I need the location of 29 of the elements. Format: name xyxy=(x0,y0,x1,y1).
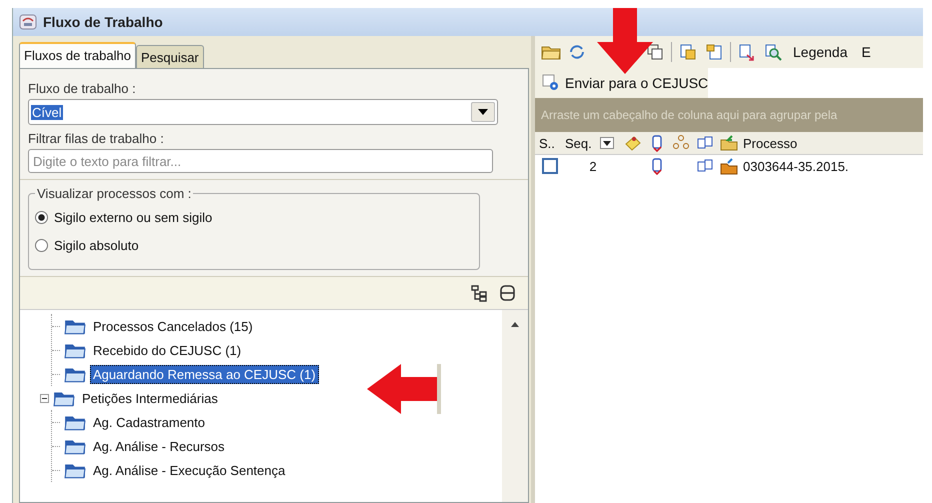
legend-button[interactable]: Legenda xyxy=(789,44,852,60)
tree-item[interactable]: Aguardando Remessa ao CEJUSC (1) xyxy=(90,364,319,384)
tab[interactable]: Pesquisar xyxy=(136,45,204,68)
workflow-dropdown[interactable]: Cível xyxy=(28,99,498,125)
column-header[interactable]: S.. xyxy=(535,132,561,154)
send-button[interactable]: Enviar para o CEJUSC xyxy=(535,68,708,98)
tree-item[interactable]: Ag. Análise - Execução Sentença xyxy=(90,460,288,480)
group-legend: Visualizar processos com : xyxy=(35,186,194,201)
tree-item[interactable]: Recebido do CEJUSC (1) xyxy=(90,340,244,360)
tree-item[interactable]: Processos Cancelados (15) xyxy=(90,316,256,336)
table-cell-text: 0303644-35.2015. xyxy=(742,158,849,176)
tree-item[interactable]: Ag. Cadastramento xyxy=(90,412,208,432)
dropdown-value: Cível xyxy=(31,104,63,120)
field-label: Fluxo de trabalho : xyxy=(28,80,137,97)
option-label: Sigilo externo ou sem sigilo xyxy=(54,210,212,224)
window-title: Fluxo de Trabalho xyxy=(43,14,163,30)
column-header[interactable]: Seq. xyxy=(561,132,621,154)
tree-item[interactable]: Ag. Análise - Recursos xyxy=(90,436,228,456)
radio-option[interactable]: Sigilo externo ou sem sigilo xyxy=(35,203,473,231)
table-cell-text: 2 xyxy=(588,158,598,176)
field-label: Filtrar filas de trabalho : xyxy=(28,130,165,147)
tree-item[interactable]: Petições Intermediárias xyxy=(79,388,221,408)
radio-option[interactable]: Sigilo absoluto xyxy=(35,231,473,259)
toolbar-label[interactable]: E xyxy=(858,44,875,60)
option-label: Sigilo absoluto xyxy=(54,238,139,252)
column-header[interactable]: Processo xyxy=(741,132,798,154)
tab[interactable]: Fluxos de trabalho xyxy=(19,42,136,68)
group-by-hint: Arraste um cabeçalho de coluna aqui para agrupar pela xyxy=(541,108,838,122)
filter-field[interactable]: Digite o texto para filtrar... xyxy=(28,149,493,173)
